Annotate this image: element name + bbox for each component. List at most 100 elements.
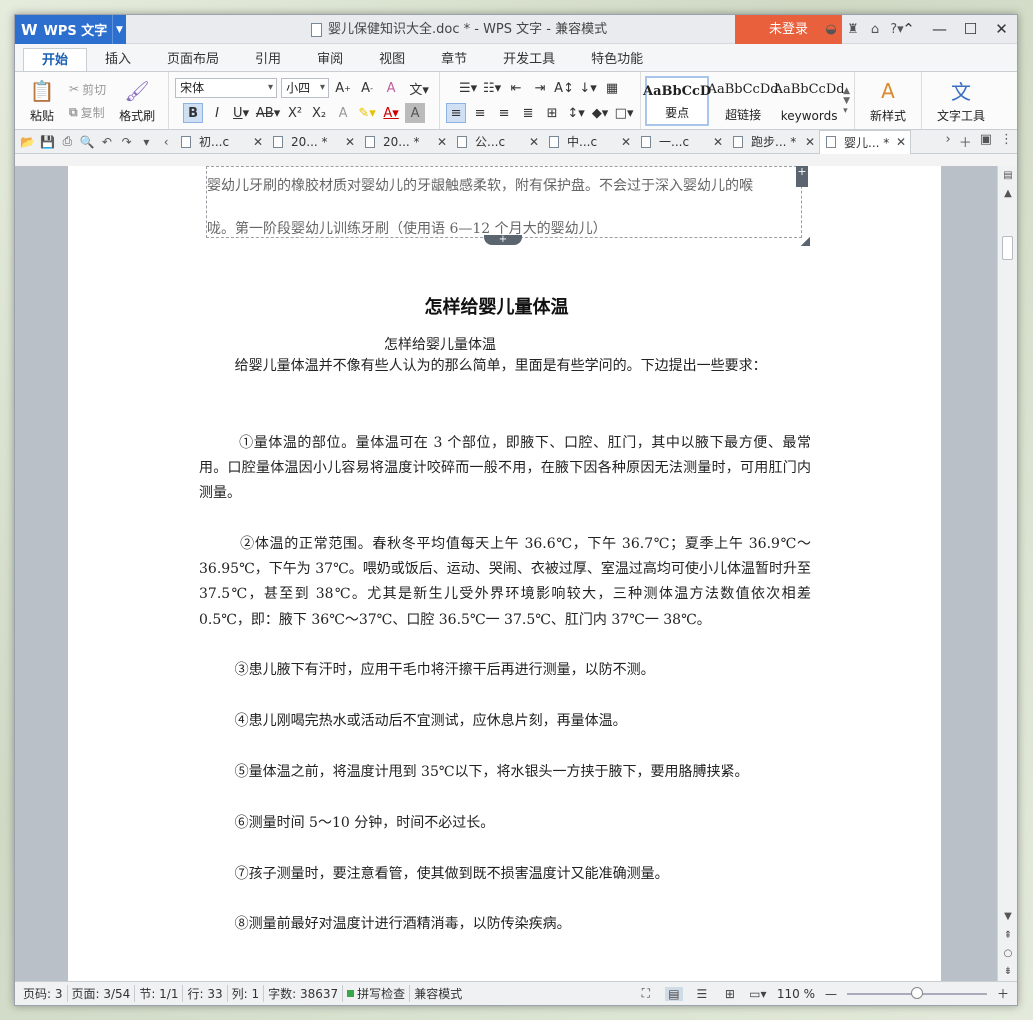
style-keywords[interactable]: AaBbCcDd keywords <box>774 76 845 126</box>
format-painter-button[interactable]: 🖌 格式刷 <box>110 78 164 124</box>
paste-button[interactable]: 📋 粘贴 <box>19 78 65 124</box>
style-hyperlink[interactable]: AaBbCcDd 超链接 <box>708 76 779 126</box>
fullscreen-view-icon[interactable]: ⛶ <box>637 986 655 1001</box>
web-view-icon[interactable]: ⊞ <box>721 987 739 1001</box>
sort-icon[interactable]: ↓▾ <box>578 78 598 98</box>
tab-insert[interactable]: 插入 <box>87 48 149 71</box>
table-icon[interactable]: ▦ <box>602 78 622 98</box>
doc-tab-active[interactable]: 婴儿... * ✕ <box>819 129 911 154</box>
grow-font-icon[interactable]: A + <box>333 78 353 98</box>
zoom-slider-knob[interactable] <box>910 986 923 999</box>
shading-icon[interactable]: ◆▾ <box>590 103 610 123</box>
prev-page-icon[interactable]: ⇞ <box>998 930 1017 941</box>
doc-tab[interactable]: 中...c ✕ <box>543 130 635 154</box>
zoom-slider[interactable] <box>846 986 987 999</box>
status-page-number[interactable]: 页码: 3 <box>15 985 68 1002</box>
status-page[interactable]: 页面: 3/54 <box>68 985 136 1002</box>
text-tools-button[interactable]: 文 文字工具 <box>926 78 996 124</box>
cloud-icon[interactable]: ◒ <box>820 22 842 37</box>
text-effect-icon[interactable]: A <box>333 103 353 123</box>
phonetic-guide-icon[interactable]: 文▾ <box>405 78 433 98</box>
shirt-icon[interactable]: ♜ <box>842 22 864 37</box>
numbering-icon[interactable]: ☷▾ <box>482 78 502 98</box>
close-tab-icon[interactable]: ✕ <box>529 135 539 149</box>
doc-tab[interactable]: 初...c ✕ <box>175 130 267 154</box>
status-word-count[interactable]: 字数: 38637 <box>264 985 344 1002</box>
open-icon[interactable]: 📂 <box>19 135 37 149</box>
justify-icon[interactable]: ≣ <box>518 103 538 123</box>
print-preview-icon[interactable]: 🔍 <box>78 135 96 149</box>
scroll-down-icon[interactable]: ▼ <box>998 911 1017 922</box>
ruler-toggle-icon[interactable]: ▤ <box>998 170 1017 181</box>
strikethrough-button[interactable]: AB ▾ <box>255 103 281 123</box>
minimize-button[interactable]: — <box>924 15 955 44</box>
tab-page-layout[interactable]: 页面布局 <box>149 48 237 71</box>
font-name-select[interactable]: 宋体 <box>175 78 278 98</box>
new-tab-icon[interactable]: ＋ <box>959 132 972 151</box>
maximize-button[interactable]: ☐ <box>955 15 986 44</box>
redo-icon[interactable]: ↷ <box>118 135 136 149</box>
align-center-icon[interactable]: ≡ <box>470 103 490 123</box>
cut-button[interactable]: ✂ 剪切 <box>69 81 106 98</box>
scroll-thumb[interactable] <box>1002 236 1013 260</box>
textbox-layout-handle[interactable]: + <box>796 166 808 187</box>
tab-features[interactable]: 特色功能 <box>573 48 661 71</box>
distribute-icon[interactable]: ⊞ <box>542 103 562 123</box>
close-tab-icon[interactable]: ✕ <box>713 135 723 149</box>
doc-tab[interactable]: 20... * ✕ <box>359 130 451 154</box>
doc-tab[interactable]: 一...c ✕ <box>635 130 727 154</box>
tab-scroll-left-icon[interactable]: ‹ <box>157 135 175 149</box>
char-shading-icon[interactable]: A <box>405 103 426 123</box>
vertical-scrollbar[interactable]: ▤ ▲ ▼ ⇞ ○ ⇟ <box>997 166 1017 982</box>
print-icon[interactable]: ⎙ <box>59 134 77 149</box>
spell-check-toggle[interactable]: 拼写检查 <box>343 985 411 1002</box>
gift-icon[interactable]: ⌂ <box>864 22 886 37</box>
status-section[interactable]: 节: 1/1 <box>135 985 184 1002</box>
page-view-icon[interactable]: ▤ <box>664 986 683 1001</box>
highlight-icon[interactable]: ✎▾ <box>357 103 377 123</box>
text-box[interactable]: 婴幼儿牙刷的橡胶材质对婴幼儿的牙龈触感柔软，附有保护盘。不会过于深入婴幼儿的喉 … <box>206 166 810 246</box>
undo-icon[interactable]: ↶ <box>98 135 116 149</box>
reading-view-icon[interactable]: ▭▾ <box>749 987 767 1001</box>
tab-section[interactable]: 章节 <box>423 48 485 71</box>
tab-developer[interactable]: 开发工具 <box>485 48 573 71</box>
tab-references[interactable]: 引用 <box>237 48 299 71</box>
bold-button[interactable]: B <box>183 103 204 123</box>
textbox-resize-handle[interactable] <box>801 237 810 246</box>
doc-tab[interactable]: 跑步... * ✕ <box>727 130 819 154</box>
underline-button[interactable]: U ▾ <box>231 103 251 123</box>
scroll-up-icon[interactable]: ▲ <box>998 188 1017 199</box>
align-right-icon[interactable]: ≡ <box>494 103 514 123</box>
textbox-expand-handle[interactable]: + <box>484 235 522 245</box>
next-page-icon[interactable]: ⇟ <box>998 966 1017 977</box>
copy-button[interactable]: ⧉ 复制 <box>69 104 106 121</box>
new-style-button[interactable]: A 新样式 <box>859 78 917 124</box>
borders-icon[interactable]: □▾ <box>614 103 634 123</box>
align-left-icon[interactable]: ≡ <box>446 103 467 123</box>
style-scroll[interactable]: ▲ ▼ ▾ <box>843 86 850 116</box>
superscript-button[interactable]: X² <box>285 103 305 123</box>
line-spacing-icon[interactable]: ↕▾ <box>566 103 586 123</box>
font-color-icon[interactable]: A▾ <box>381 103 401 123</box>
italic-button[interactable]: I <box>207 103 227 123</box>
shrink-font-icon[interactable]: A- <box>357 78 377 98</box>
status-row[interactable]: 行: 33 <box>183 985 228 1002</box>
font-size-select[interactable]: 小四 <box>281 78 330 98</box>
tab-review[interactable]: 审阅 <box>299 48 361 71</box>
customize-icon[interactable]: ▾ <box>138 135 156 149</box>
zoom-level[interactable]: 110 % <box>777 987 815 1001</box>
doc-tab[interactable]: 20... * ✕ <box>267 130 359 154</box>
close-tab-icon[interactable]: ✕ <box>253 135 263 149</box>
chevron-down-icon[interactable]: ▼ <box>112 15 126 44</box>
tab-home[interactable]: 开始 <box>23 48 88 71</box>
decrease-indent-icon[interactable]: ⇤ <box>506 78 526 98</box>
tab-view[interactable]: 视图 <box>361 48 423 71</box>
tab-scroll-right-icon[interactable]: › <box>945 132 950 151</box>
text-direction-icon[interactable]: A↕ <box>554 78 574 98</box>
close-tab-icon[interactable]: ✕ <box>437 135 447 149</box>
zoom-in-icon[interactable]: ＋ <box>997 985 1009 1002</box>
app-menu-button[interactable]: W WPS 文字 ▼ <box>15 15 126 44</box>
clear-format-icon[interactable]: A <box>381 78 401 98</box>
document-page[interactable]: 婴幼儿牙刷的橡胶材质对婴幼儿的牙龈触感柔软，附有保护盘。不会过于深入婴幼儿的喉 … <box>68 166 941 982</box>
status-col[interactable]: 列: 1 <box>228 985 265 1002</box>
